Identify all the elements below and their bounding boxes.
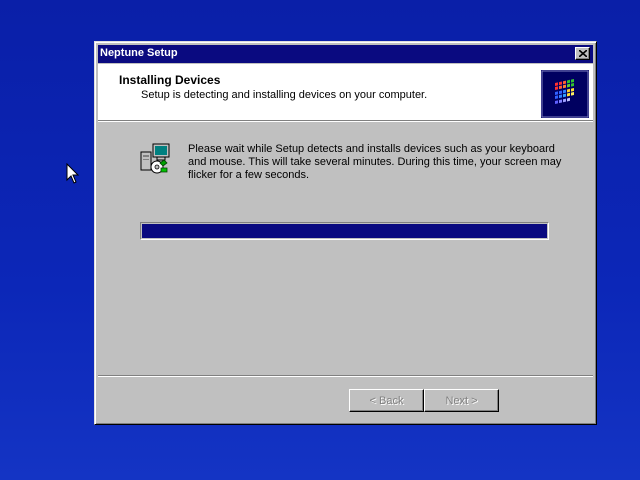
arrow-cursor-icon: [66, 162, 80, 185]
progress-bar: [140, 222, 549, 240]
footer-divider: [98, 375, 593, 377]
status-message: Please wait while Setup detects and inst…: [188, 143, 562, 181]
close-icon: [579, 50, 587, 57]
setup-window: Neptune Setup Installing Devices Setup i…: [94, 41, 597, 425]
header-panel: Installing Devices Setup is detecting an…: [98, 64, 593, 122]
computer-devices-setup-icon: [139, 142, 173, 176]
window-title: Neptune Setup: [100, 47, 178, 59]
next-button[interactable]: Next >: [424, 389, 499, 412]
close-button[interactable]: [575, 47, 590, 60]
title-bar[interactable]: Neptune Setup: [98, 45, 593, 63]
progress-fill: [142, 224, 547, 238]
page-title: Installing Devices: [119, 73, 221, 87]
page-subtitle: Setup is detecting and installing device…: [141, 89, 428, 101]
windows-flag-logo-icon: [541, 70, 589, 118]
back-button[interactable]: < Back: [349, 389, 424, 412]
